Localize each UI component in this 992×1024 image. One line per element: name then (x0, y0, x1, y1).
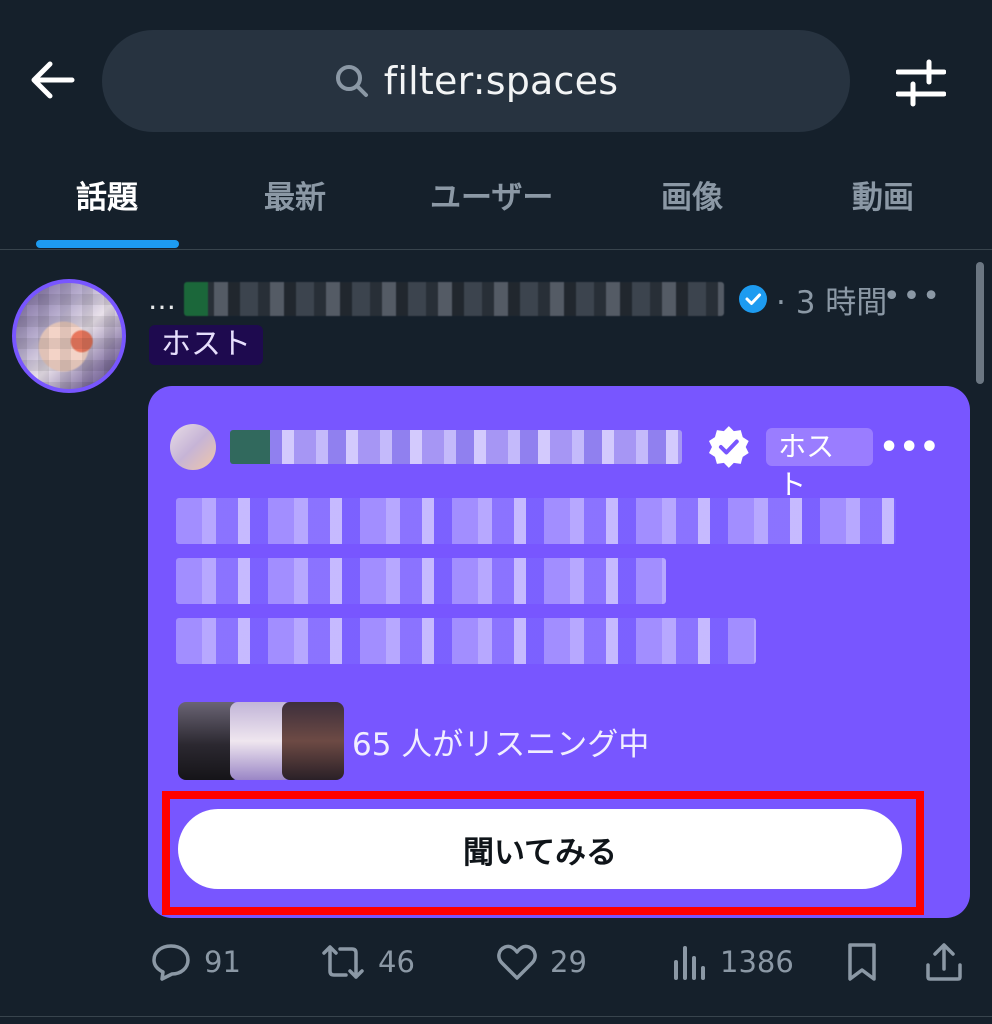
verified-badge-icon (709, 426, 750, 468)
active-tab-indicator (36, 240, 179, 248)
page: filter:spaces 話題 最新 ユーザー 画像 動画 … · 3 時間 … (0, 0, 992, 1024)
avatar[interactable] (12, 279, 126, 393)
post[interactable]: … · 3 時間 ••• ホスト ホスト ••• 65 人がリスニング中 聞いて… (0, 251, 992, 1017)
host-badge: ホスト (149, 325, 263, 365)
scrollbar[interactable] (976, 262, 984, 384)
search-tabs: 話題 最新 ユーザー 画像 動画 (0, 150, 992, 250)
like-button[interactable]: 29 (496, 937, 587, 987)
arrow-left-icon (31, 61, 75, 99)
space-host-badge: ホスト (766, 428, 874, 501)
space-more-icon: ••• (879, 429, 940, 465)
search-box[interactable]: filter:spaces (102, 30, 850, 132)
space-card-header: ホスト ••• (170, 424, 940, 501)
bookmark-icon (848, 943, 876, 981)
blurred-space-title (176, 498, 896, 678)
like-count: 29 (550, 945, 587, 979)
reply-icon (152, 944, 190, 981)
divider (0, 1016, 992, 1017)
analytics-icon (674, 946, 705, 980)
tab-latest[interactable]: 最新 (264, 172, 326, 217)
space-host-avatar (170, 424, 216, 470)
search-settings-button[interactable] (886, 48, 956, 118)
blurred-display-name[interactable] (184, 282, 724, 316)
view-count: 1386 (720, 945, 794, 979)
more-options-button[interactable]: ••• (883, 279, 942, 314)
sliders-icon (896, 59, 946, 107)
repost-button[interactable]: 46 (320, 937, 415, 987)
repost-count: 46 (378, 945, 415, 979)
heart-icon (497, 944, 537, 980)
listeners-row: 65 人がリスニング中 (178, 702, 649, 780)
blurred-host-name (229, 430, 683, 464)
post-header: … · 3 時間 ••• (148, 277, 968, 322)
tab-images[interactable]: 画像 (661, 172, 723, 217)
verified-badge-icon (739, 285, 767, 313)
listener-avatar (282, 702, 344, 780)
repost-icon (322, 945, 364, 979)
search-query: filter:spaces (383, 59, 619, 103)
listener-count: 65 人がリスニング中 (352, 726, 650, 763)
name-ellipsis: … (148, 282, 176, 316)
tab-videos[interactable]: 動画 (852, 172, 914, 217)
listener-avatars (178, 702, 344, 780)
tab-users[interactable]: ユーザー (430, 172, 553, 217)
space-card[interactable]: ホスト ••• 65 人がリスニング中 聞いてみる (148, 386, 970, 918)
reply-button[interactable]: 91 (150, 937, 241, 987)
share-button[interactable] (924, 937, 964, 987)
post-time[interactable]: · 3 時間 (776, 277, 887, 322)
post-actions: 91 46 29 1386 (0, 937, 992, 987)
share-icon (926, 943, 962, 981)
views-button[interactable]: 1386 (672, 937, 794, 987)
listen-button[interactable]: 聞いてみる (178, 809, 902, 889)
search-icon (335, 65, 368, 97)
tab-trending[interactable]: 話題 (76, 172, 138, 217)
bookmark-button[interactable] (844, 937, 880, 987)
reply-count: 91 (204, 945, 241, 979)
back-button[interactable] (22, 50, 82, 110)
